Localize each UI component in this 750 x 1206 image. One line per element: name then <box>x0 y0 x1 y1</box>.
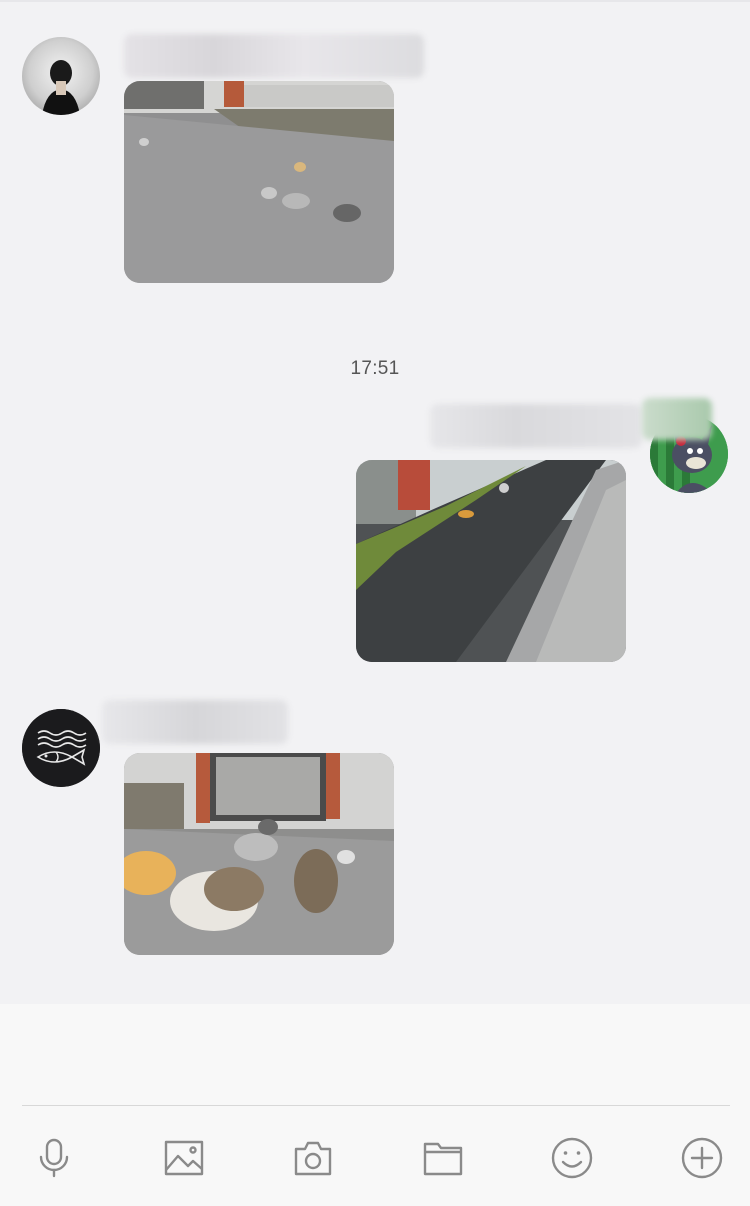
image-message[interactable] <box>124 753 394 955</box>
camera-icon[interactable] <box>288 1133 338 1183</box>
avatar[interactable] <box>22 709 100 787</box>
plus-icon[interactable] <box>677 1133 727 1183</box>
photo-group-of-cats <box>124 753 394 955</box>
sender-name-blurred <box>102 700 288 744</box>
message-timestamp: 17:51 <box>350 358 400 379</box>
toolbar-divider <box>22 1105 730 1106</box>
person-photo-avatar <box>42 60 80 115</box>
sender-label-blurred <box>642 398 712 440</box>
photo-path-with-cat <box>356 460 626 662</box>
sender-name-blurred <box>124 34 424 78</box>
emoji-icon[interactable] <box>547 1133 597 1183</box>
fish-logo-avatar <box>22 709 100 787</box>
image-message[interactable] <box>356 460 626 662</box>
microphone-icon[interactable] <box>29 1133 79 1183</box>
sender-name-blurred <box>430 404 642 448</box>
top-border <box>0 0 750 2</box>
avatar[interactable] <box>22 37 100 115</box>
image-icon[interactable] <box>159 1133 209 1183</box>
photo-cats-on-pavement <box>124 81 394 283</box>
folder-icon[interactable] <box>418 1133 468 1183</box>
image-message[interactable] <box>124 81 394 283</box>
